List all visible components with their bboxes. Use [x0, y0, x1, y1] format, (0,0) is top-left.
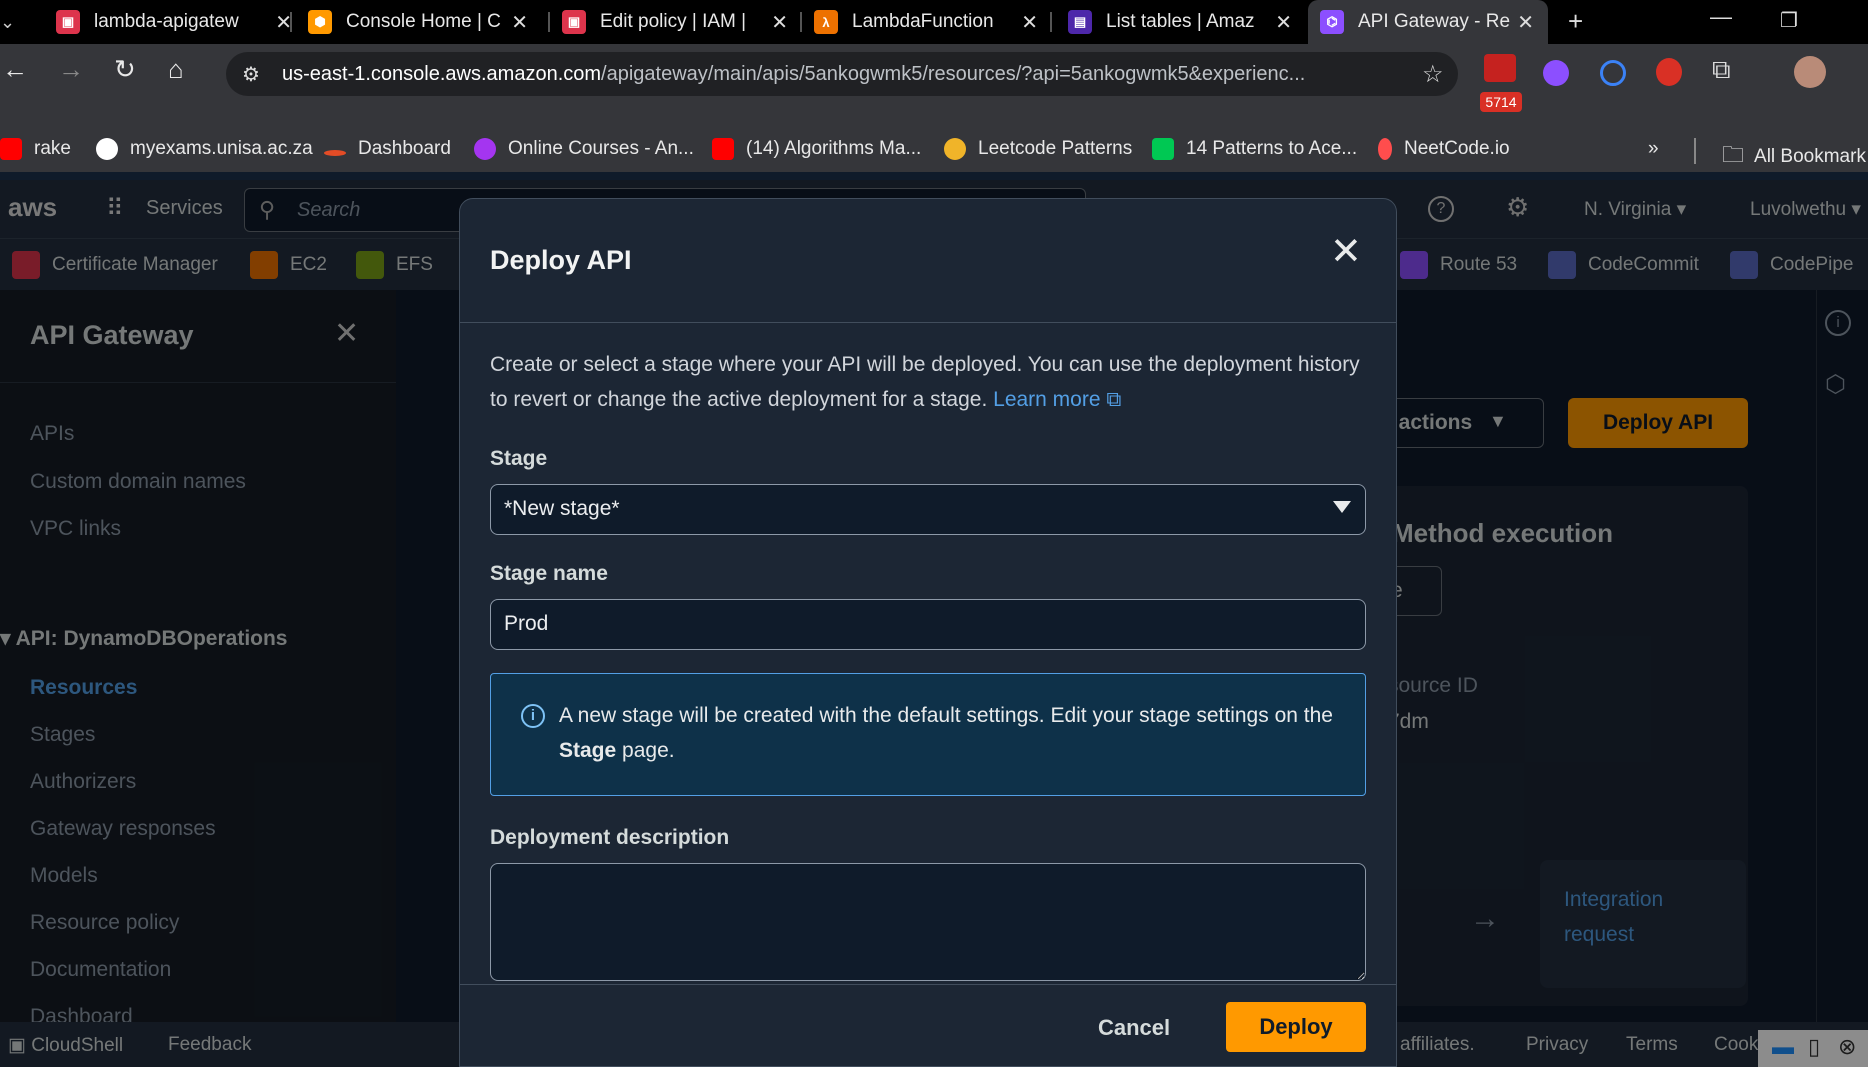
stage-name-value: Prod — [504, 612, 549, 635]
bookmark-item[interactable]: Online Courses - An... — [474, 138, 694, 160]
back-icon[interactable]: ← — [2, 54, 28, 85]
address-bar[interactable]: ⚙ us-east-1.console.aws.amazon.com/apiga… — [226, 52, 1458, 96]
minimize-icon[interactable]: — — [1710, 4, 1732, 30]
dashboard-icon — [324, 150, 346, 156]
url-path: /apigateway/main/apis/5ankogwmk5/resourc… — [601, 63, 1306, 85]
external-link-icon: ⧉ — [1106, 388, 1122, 411]
bookmark-item[interactable]: Dashboard — [324, 138, 451, 160]
tab-favicon-icon: ▤ — [1068, 10, 1092, 34]
browser-tab-active[interactable]: ⌬ API Gateway - Re ✕ — [1308, 0, 1548, 44]
browser-tab-4[interactable]: λ LambdaFunction ✕ — [802, 0, 1052, 44]
youtube-icon — [0, 138, 22, 160]
cancel-button[interactable]: Cancel — [1098, 1015, 1170, 1041]
stage-select[interactable]: *New stage* — [490, 484, 1366, 535]
new-tab-icon[interactable]: + — [1568, 6, 1583, 37]
bookmark-item[interactable]: rake — [0, 138, 71, 160]
neetcode-icon — [1378, 138, 1392, 160]
browser-tab-2[interactable]: ⬢ Console Home | C ✕ — [296, 0, 542, 44]
bookmark-star-icon[interactable]: ☆ — [1422, 60, 1444, 89]
patterns-icon — [1152, 138, 1174, 160]
youtube-icon — [712, 138, 734, 160]
bookmarks-bar: rake myexams.unisa.ac.za Dashboard Onlin… — [0, 128, 1868, 172]
browser-toolbar: ← → ↻ ⌂ ⚙ us-east-1.console.aws.amazon.c… — [0, 44, 1868, 132]
tab-favicon-icon: ▣ — [562, 10, 586, 34]
tab-close-icon[interactable]: ✕ — [1021, 10, 1038, 35]
tab-favicon-icon: λ — [814, 10, 838, 34]
tab-close-icon[interactable]: ✕ — [771, 10, 788, 35]
timer-extension-icon[interactable] — [1656, 58, 1682, 86]
more-bookmarks-icon[interactable]: » — [1648, 138, 1659, 160]
intro-text: Create or select a stage where your API … — [490, 353, 1360, 411]
url-host: us-east-1.console.aws.amazon.com — [282, 63, 602, 85]
reload-icon[interactable]: ↻ — [114, 54, 136, 85]
tab-close-icon[interactable]: ✕ — [1275, 10, 1292, 35]
tab-favicon-icon: ⌬ — [1320, 10, 1344, 34]
modal-intro: Create or select a stage where your API … — [490, 347, 1370, 417]
bookmark-item[interactable]: Leetcode Patterns — [944, 138, 1132, 160]
deployment-description-label: Deployment description — [490, 826, 730, 849]
modal-header: Deploy API ✕ — [460, 199, 1396, 323]
mail-badge: 5714 — [1480, 92, 1522, 112]
deploy-api-modal: Deploy API ✕ Create or select a stage wh… — [459, 198, 1397, 1067]
bookmark-item[interactable]: 14 Patterns to Ace... — [1152, 138, 1357, 160]
folder-icon: 🗀 — [1722, 142, 1745, 167]
browser-tab-3[interactable]: ▣ Edit policy | IAM | ✕ — [550, 0, 802, 44]
leetcode-icon — [944, 138, 966, 160]
modal-title: Deploy API — [490, 245, 632, 275]
forward-icon[interactable]: → — [58, 54, 84, 85]
bookmark-item[interactable]: myexams.unisa.ac.za — [96, 138, 313, 160]
profile-avatar[interactable] — [1794, 56, 1826, 88]
home-icon[interactable]: ⌂ — [168, 54, 184, 85]
browser-tab-1[interactable]: ▣ lambda-apigatew ✕ — [44, 0, 306, 44]
deploy-button[interactable]: Deploy — [1226, 1002, 1366, 1052]
extension-icon[interactable] — [1543, 60, 1569, 86]
restore-icon[interactable]: ❐ — [1780, 8, 1798, 33]
learn-more-link[interactable]: Learn more ⧉ — [993, 388, 1121, 411]
stage-name-label: Stage name — [490, 562, 608, 585]
bookmark-item[interactable]: (14) Algorithms Ma... — [712, 138, 921, 160]
stage-label: Stage — [490, 447, 548, 470]
site-info-icon[interactable]: ⚙ — [242, 62, 260, 87]
extension-icon[interactable] — [1600, 60, 1626, 86]
extensions-puzzle-icon[interactable]: ⧉ — [1712, 54, 1731, 86]
stage-page-reference: Stage — [559, 739, 617, 762]
stage-select-value: *New stage* — [504, 497, 620, 520]
modal-footer: Cancel Deploy — [460, 984, 1396, 1066]
tab-close-icon[interactable]: ✕ — [1517, 10, 1534, 35]
info-alert: i A new stage will be created with the d… — [490, 673, 1366, 796]
deployment-description-input[interactable] — [490, 863, 1366, 981]
mail-extension-icon[interactable] — [1484, 54, 1516, 82]
bookmark-item[interactable]: NeetCode.io — [1378, 138, 1510, 160]
tab-search-chevron-icon[interactable]: ⌄ — [0, 12, 15, 33]
tab-title: lambda-apigatew — [94, 11, 239, 32]
menu-icon[interactable]: ⋮ — [1858, 54, 1868, 83]
info-icon: i — [521, 704, 545, 728]
globe-icon — [96, 138, 118, 160]
all-bookmarks-folder[interactable]: 🗀 All Bookmark — [1722, 138, 1866, 176]
stage-name-input[interactable]: Prod — [490, 599, 1366, 650]
browser-tab-strip: ⌄ ▣ lambda-apigatew ✕ ⬢ Console Home | C… — [0, 0, 1868, 44]
tab-favicon-icon: ▣ — [56, 10, 80, 34]
udemy-icon — [474, 138, 496, 160]
info-alert-text: A new stage will be created with the def… — [559, 704, 1333, 762]
browser-tab-5[interactable]: ▤ List tables | Amaz ✕ — [1056, 0, 1306, 44]
caret-down-icon — [1333, 501, 1351, 513]
tab-favicon-icon: ⬢ — [308, 10, 332, 34]
close-icon[interactable]: ✕ — [1330, 233, 1362, 271]
tab-close-icon[interactable]: ✕ — [511, 10, 528, 35]
